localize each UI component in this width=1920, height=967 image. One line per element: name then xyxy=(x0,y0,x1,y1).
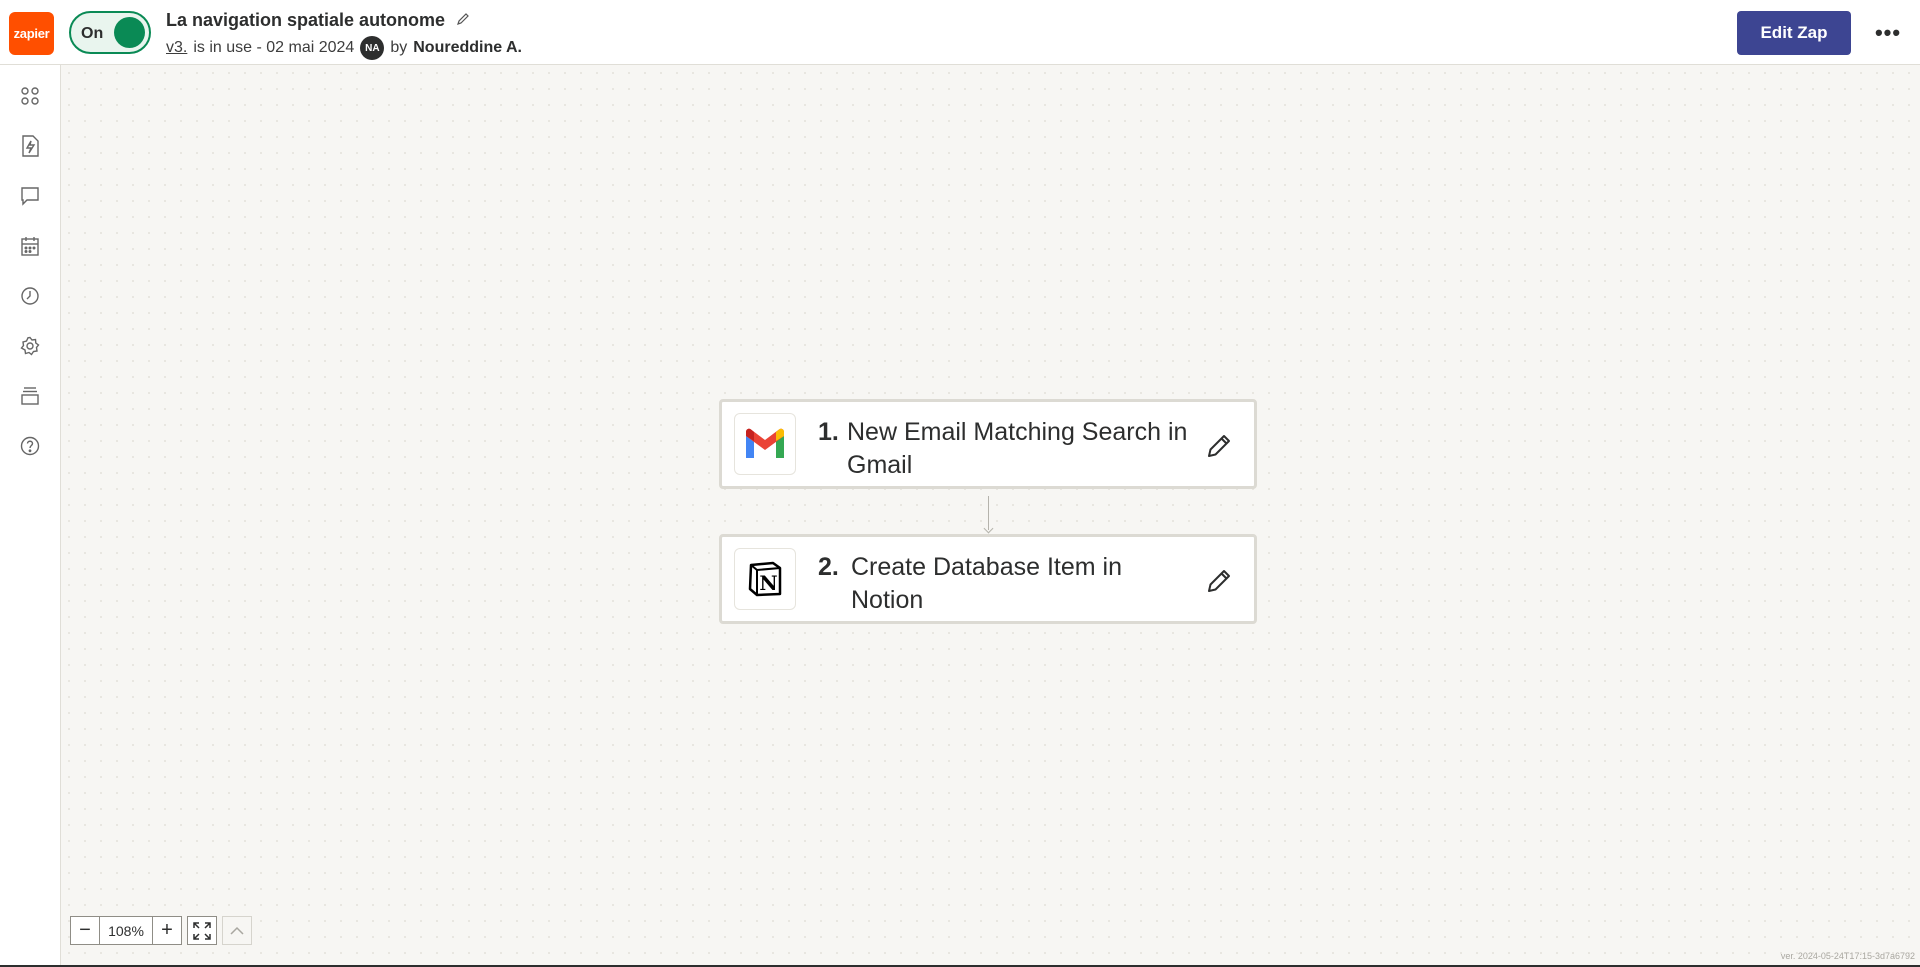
toggle-knob xyxy=(114,17,145,48)
zap-version-info: v3. is in use - 02 mai 2024 NA by Noured… xyxy=(166,36,522,60)
calendar-icon[interactable] xyxy=(19,235,41,257)
help-icon[interactable] xyxy=(19,435,41,457)
apps-icon[interactable] xyxy=(19,85,41,107)
version-stamp: ver. 2024-05-24T17:15-3d7a6792 xyxy=(1780,951,1915,961)
fit-to-view-button[interactable] xyxy=(187,916,217,945)
zoom-in-button[interactable]: + xyxy=(152,916,182,945)
svg-text:N: N xyxy=(759,571,777,595)
more-options-button[interactable]: ••• xyxy=(1871,18,1905,48)
expand-icon xyxy=(193,921,211,940)
zoom-out-button[interactable]: − xyxy=(70,916,100,945)
top-header: zapier On La navigation spatiale autonom… xyxy=(0,0,1920,65)
layers-icon[interactable] xyxy=(19,385,41,407)
step-number: 2. xyxy=(818,553,839,581)
status-text: is in use - 02 mai 2024 xyxy=(193,39,355,56)
toggle-label: On xyxy=(81,25,104,42)
step-card-action[interactable]: N 2. Create Database Item in Notion xyxy=(719,534,1257,624)
zapier-logo[interactable]: zapier xyxy=(9,12,54,55)
step-title: New Email Matching Search in Gmail xyxy=(847,418,1188,479)
by-label: by xyxy=(390,39,408,56)
chevron-up-icon xyxy=(230,926,244,935)
version-link[interactable]: v3. xyxy=(166,39,187,57)
rename-pencil-icon[interactable] xyxy=(456,12,470,26)
notion-icon: N xyxy=(734,548,796,610)
left-sidebar xyxy=(0,65,61,967)
author-name: Noureddine A. xyxy=(413,39,522,56)
settings-icon[interactable] xyxy=(19,335,41,357)
zap-title[interactable]: La navigation spatiale autonome xyxy=(166,10,445,31)
collapse-button[interactable] xyxy=(222,916,252,945)
zap-on-toggle[interactable]: On xyxy=(69,11,151,54)
zoom-level: 108% xyxy=(100,916,152,945)
avatar: NA xyxy=(360,36,385,60)
history-icon[interactable] xyxy=(19,285,41,307)
comments-icon[interactable] xyxy=(19,185,41,207)
zoom-controls: − 108% + xyxy=(70,916,182,945)
step-title: Create Database Item in Notion xyxy=(851,553,1122,614)
step-number: 1. xyxy=(818,418,839,446)
edit-step-pencil-icon[interactable] xyxy=(1206,566,1234,594)
zap-canvas[interactable] xyxy=(61,65,1920,967)
zap-runs-icon[interactable] xyxy=(19,135,41,157)
step-card-trigger[interactable]: 1. New Email Matching Search in Gmail xyxy=(719,399,1257,489)
edit-zap-button[interactable]: Edit Zap xyxy=(1737,11,1851,55)
gmail-icon xyxy=(734,413,796,475)
edit-step-pencil-icon[interactable] xyxy=(1206,431,1234,459)
